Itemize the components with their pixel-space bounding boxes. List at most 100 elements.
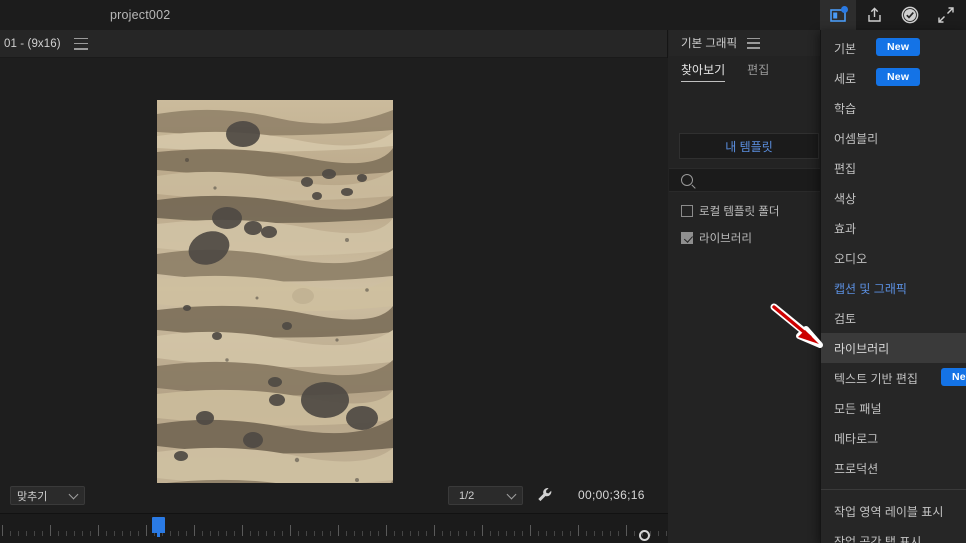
ruler-tick [250,531,251,536]
program-monitor-panel: 01 - (9x16) 맞추기 1/2 00;00;36;16 [0,30,668,520]
workspace-menu-item[interactable]: 어셈블리 [821,123,966,153]
new-badge: New [876,38,921,56]
workspace-menu-item-label: 세로 [834,71,857,86]
panel-menu-icon[interactable] [73,37,88,50]
ruler-tick [442,531,443,536]
ruler-tick [634,531,635,536]
ruler-tick [410,531,411,536]
my-templates-button[interactable]: 내 템플릿 [679,133,819,159]
ruler-circle-marker[interactable] [639,530,650,541]
ruler-tick [42,531,43,536]
ruler-tick [546,531,547,536]
ruler-tick [298,531,299,536]
tab-browse[interactable]: 찾아보기 [681,61,726,82]
tab-edit[interactable]: 편집 [747,61,769,81]
workspace-menu-item-label: 텍스트 기반 편집 [834,371,918,386]
workspace-menu-item[interactable]: 오디오 [821,243,966,273]
panel-menu-icon[interactable] [747,37,761,49]
ruler-tick [114,531,115,536]
ruler-tick [386,525,387,536]
ruler-tick [570,531,571,536]
workspace-menu-footer-item[interactable]: 작업 공간 탭 표시 [821,526,966,543]
program-monitor-canvas[interactable]: 맞추기 1/2 00;00;36;16 [0,58,668,520]
fullscreen-icon[interactable] [928,0,964,30]
workspace-menu-item[interactable]: 색상 [821,183,966,213]
ruler-tick [378,531,379,536]
ruler-tick [242,525,243,536]
ruler-tick [626,525,627,536]
playback-resolution-select[interactable]: 1/2 [448,486,523,505]
workspace-menu-item-label: 기본 [834,41,857,56]
zoom-fit-select[interactable]: 맞추기 [10,486,85,505]
ruler-tick [666,531,667,536]
workspace-menu-item[interactable]: 모든 패널 [821,393,966,423]
program-timecode[interactable]: 00;00;36;16 [578,488,645,502]
project-title: project002 [110,8,171,22]
workspace-menu-item-label: 프로덕션 [834,461,879,476]
workspace-menu-item[interactable]: 학습 [821,93,966,123]
ruler-tick [562,531,563,536]
ruler-tick [314,531,315,536]
ruler-tick [170,531,171,536]
workspace-menu-item[interactable]: 텍스트 기반 편집 New [821,363,966,393]
workspace-menu-item[interactable]: 세로 New [821,63,966,93]
ruler-tick [450,531,451,536]
ruler-tick [186,531,187,536]
ruler-tick [618,531,619,536]
workspace-menu-item-label: 오디오 [834,251,868,266]
ruler-tick [602,531,603,536]
ruler-tick [234,531,235,536]
ruler-tick [82,531,83,536]
ruler-tick [282,531,283,536]
search-icon [681,174,693,186]
playhead-marker[interactable] [152,517,165,537]
workspace-menu-footer-item[interactable]: 작업 영역 레이블 표시 [821,496,966,526]
workspace-menu-item-label: 학습 [834,101,857,116]
ruler-tick [218,531,219,536]
quick-export-check-icon[interactable] [892,0,928,30]
ruler-tick [474,531,475,536]
ruler-tick [306,531,307,536]
ruler-tick [194,525,195,536]
checkbox-label: 라이브러리 [699,233,752,245]
checkbox-libraries[interactable]: 라이브러리 [681,230,752,246]
ruler-tick [74,531,75,536]
ruler-tick [466,531,467,536]
ruler-tick [34,531,35,536]
checkbox-local-template-folder[interactable]: 로컬 템플릿 폴더 [681,203,779,219]
workspace-menu-item[interactable]: 효과 [821,213,966,243]
workspace-menu-item[interactable]: 편집 [821,153,966,183]
ruler-tick [394,531,395,536]
workspace-menu-item[interactable]: 기본 New [821,33,966,63]
ruler-tick [26,531,27,536]
menu-divider [821,489,966,490]
ruler-tick [258,531,259,536]
settings-wrench-icon[interactable] [536,486,554,509]
checkbox-label: 로컬 템플릿 폴더 [699,206,780,218]
ruler-tick [522,531,523,536]
ruler-tick [362,531,363,536]
sequence-tab[interactable]: 01 - (9x16) [0,38,61,50]
checkbox-box [681,232,693,244]
workspaces-icon[interactable] [820,0,856,30]
export-share-icon[interactable] [856,0,892,30]
ruler-tick [138,531,139,536]
ruler-tick [274,531,275,536]
ruler-tick [482,525,483,536]
ruler-tick [538,531,539,536]
workspace-menu-item[interactable]: 검토 [821,303,966,333]
ruler-tick [146,525,147,536]
workspace-menu-item-label: 색상 [834,191,857,206]
workspace-menu-item[interactable]: 메타로그 [821,423,966,453]
ruler-tick [498,531,499,536]
workspace-dropdown-menu: 기본 New 세로 New 학습 어셈블리 편집 색상 효과 오디오 캡션 및 그래픽 검토 라이브러리… [820,30,966,543]
workspace-menu-item-label: 모든 패널 [834,401,882,416]
ruler-tick [490,531,491,536]
ruler-tick [338,525,339,536]
preview-image [157,100,393,520]
timeline-ruler[interactable] [0,513,668,543]
workspace-menu-item[interactable]: 프로덕션 [821,453,966,483]
workspace-menu-item[interactable]: 캡션 및 그래픽 [821,273,966,303]
workspace-menu-item[interactable]: 라이브러리 [821,333,966,363]
workspace-menu-item-label: 캡션 및 그래픽 [834,281,907,296]
